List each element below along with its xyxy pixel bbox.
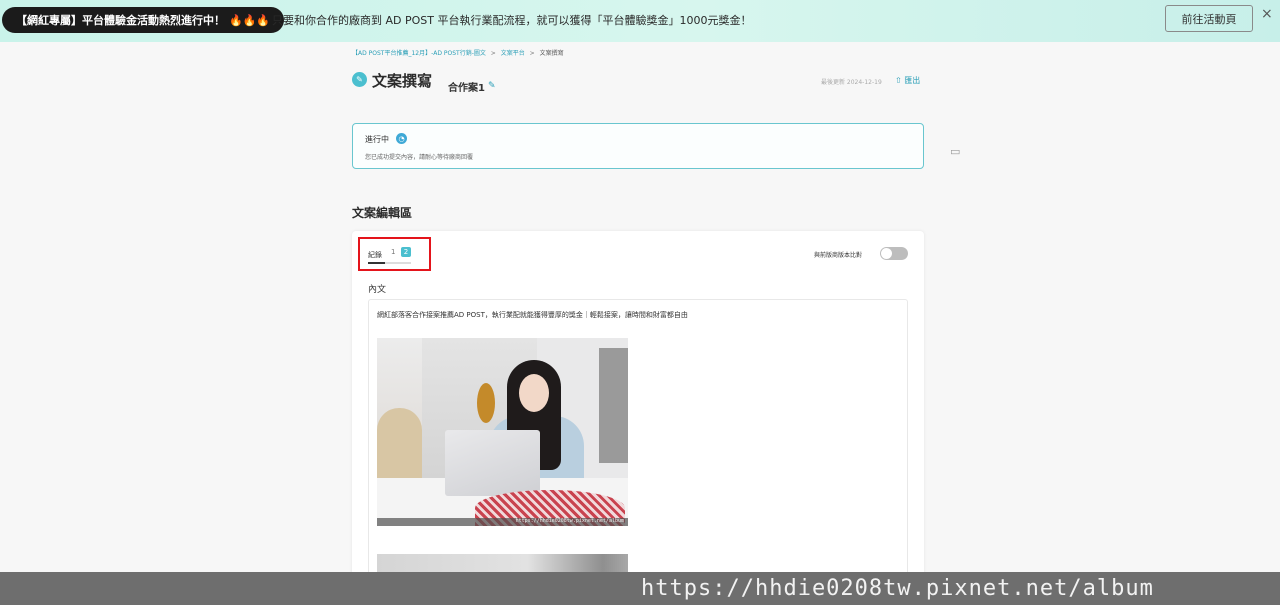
photo-chair	[377, 408, 422, 488]
compare-label: 與前版商版本比對	[814, 252, 863, 259]
promo-banner: 【網紅專屬】平台體驗金活動熱烈進行中！ 🔥🔥🔥 只要和你合作的廠商到 AD PO…	[0, 0, 1280, 42]
page-title: 文案撰寫	[372, 72, 433, 90]
breadcrumb-separator: >	[529, 50, 535, 57]
status-message: 您已成功提交內容，請耐心等待廠商回覆	[365, 154, 474, 161]
content-label: 內文	[368, 285, 387, 295]
toggle-knob	[881, 248, 892, 259]
breadcrumb-separator: >	[490, 50, 496, 57]
export-icon: ⇧	[895, 76, 902, 85]
breadcrumb-item-project[interactable]: 【AD POST平台推薦_12月】-AD POST行銷-圖文	[352, 50, 486, 57]
promo-message: 只要和你合作的廠商到 AD POST 平台執行業配流程，就可以獲得「平台體驗獎金…	[272, 14, 752, 27]
breadcrumb-item-platform[interactable]: 文案平台	[501, 50, 525, 57]
content-photo: https://hhdie0208tw.pixnet.net/album	[377, 338, 628, 526]
photo-watermark: https://hhdie0208tw.pixnet.net/album	[515, 518, 624, 524]
photo-plant	[477, 383, 495, 423]
section-title: 文案編輯區	[352, 206, 413, 220]
edit-icon[interactable]: ✎	[488, 81, 496, 91]
highlight-annotation	[358, 237, 431, 271]
last-updated: 最後更新 2024-12-19	[821, 79, 882, 86]
progress-icon: ◔	[396, 133, 407, 144]
content-paragraph: 網紅部落客合作接案推薦AD POST，執行業配就能獲得豐厚的獎金｜輕鬆接案，讓時…	[377, 311, 688, 319]
comment-icon[interactable]: ▭	[950, 145, 960, 158]
go-to-event-button[interactable]: 前往活動頁	[1165, 5, 1253, 32]
status-panel: 進行中 ◔ 您已成功提交內容，請耐心等待廠商回覆	[352, 123, 924, 169]
compare-toggle[interactable]	[880, 247, 908, 260]
promo-badge: 【網紅專屬】平台體驗金活動熱烈進行中！ 🔥🔥🔥	[2, 7, 285, 33]
export-label: 匯出	[904, 76, 921, 85]
content-editor[interactable]: 網紅部落客合作接案推薦AD POST，執行業配就能獲得豐厚的獎金｜輕鬆接案，讓時…	[368, 299, 908, 581]
fire-icon: 🔥🔥🔥	[229, 13, 271, 27]
photo-laptop	[445, 430, 540, 496]
photo-window	[599, 348, 628, 463]
photo-person-face	[519, 374, 549, 412]
export-button[interactable]: ⇧ 匯出	[895, 75, 920, 86]
case-name: 合作案1	[448, 83, 485, 94]
promo-badge-text: 【網紅專屬】平台體驗金活動熱烈進行中！	[16, 14, 225, 27]
breadcrumb-item-current: 文案撰寫	[539, 50, 564, 57]
watermark-text: https://hhdie0208tw.pixnet.net/album	[641, 576, 1154, 601]
status-label: 進行中	[365, 135, 389, 144]
breadcrumb: 【AD POST平台推薦_12月】-AD POST行銷-圖文 > 文案平台 > …	[352, 48, 564, 57]
close-icon[interactable]: ×	[1261, 6, 1273, 22]
pen-icon: ✎	[352, 72, 367, 87]
editor-card: 紀錄 1 2 與前版商版本比對 內文 網紅部落客合作接案推薦AD POST，執行…	[352, 231, 924, 581]
